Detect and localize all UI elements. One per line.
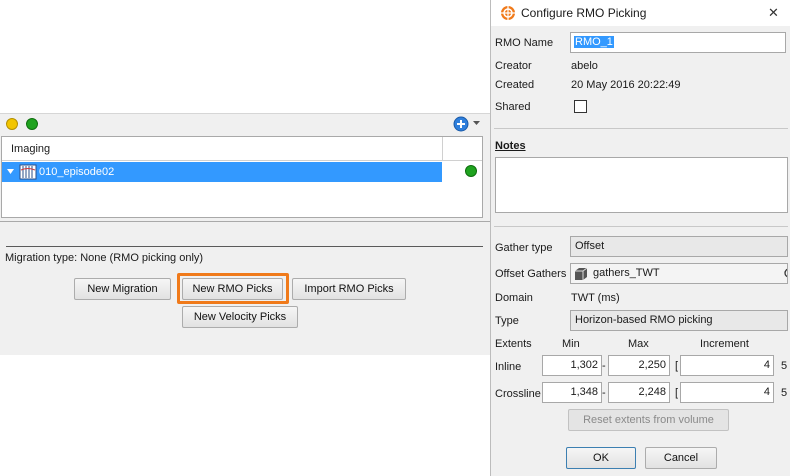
offset-gathers-select[interactable]: gathers_TWT [570,263,788,284]
offset-gathers-label: Offset Gathers [495,268,567,280]
crossline-label: Crossline [495,388,541,400]
notes-label: Notes [495,140,526,152]
gather-type-value: Offset [575,240,605,252]
creator-label: Creator [495,60,532,72]
migration-type-text: Migration type: None (RMO picking only) [5,252,204,264]
ok-button[interactable]: OK [566,447,636,469]
rmo-name-label: RMO Name [495,37,554,49]
rmo-name-value: RMO_1 [574,36,614,48]
inline-max-input[interactable]: 2,250 [608,355,670,376]
section-divider [494,226,788,227]
type-select[interactable]: Horizon-based RMO picking [570,310,788,331]
type-label: Type [495,315,519,327]
crossline-max-input[interactable]: 2,248 [608,382,670,403]
section-divider [494,128,788,129]
inline-bracket: [ [675,360,679,372]
status-green-dot [26,118,38,130]
cancel-button[interactable]: Cancel [645,447,717,469]
new-migration-button[interactable]: New Migration [74,278,171,300]
imaging-tree[interactable]: Imaging 010_episode02 [1,136,483,218]
import-rmo-picks-button[interactable]: Import RMO Picks [292,278,406,300]
inline-min-input[interactable]: 1,302 [542,355,602,376]
crossline-dash: - [602,387,606,399]
app-logo-icon [501,6,515,20]
created-label: Created [495,79,535,91]
extents-label: Extents [495,338,532,350]
seismic-dataset-icon [19,164,37,180]
col-min-label: Min [562,338,580,350]
col-increment-label: Increment [700,338,749,350]
dialog-titlebar[interactable]: Configure RMO Picking ✕ [491,0,790,26]
new-velocity-picks-button[interactable]: New Velocity Picks [182,306,298,328]
expand-arrow-icon[interactable] [7,169,14,175]
gather-type-select[interactable]: Offset [570,236,788,257]
dropdown-arrow-icon[interactable] [473,121,480,126]
browse-icon[interactable] [782,268,788,278]
crossline-min-input[interactable]: 1,348 [542,382,602,403]
close-icon[interactable]: ✕ [768,5,779,21]
creator-value: abelo [571,60,598,72]
gather-type-label: Gather type [495,242,553,254]
crossline-bracket: [ [675,387,679,399]
domain-label: Domain [495,292,533,304]
configure-rmo-dialog: Configure RMO Picking ✕ RMO Name RMO_1 C… [490,0,790,476]
shared-label: Shared [495,101,531,113]
reset-extents-button[interactable]: Reset extents from volume [568,409,729,431]
created-value: 20 May 2016 20:22:49 [571,79,681,91]
rmo-name-input[interactable]: RMO_1 [570,32,786,53]
shared-checkbox[interactable] [574,100,587,113]
inline-dash: - [602,360,606,372]
imaging-panel: Imaging 010_episode02 Migration type: No… [0,113,490,355]
type-value: Horizon-based RMO picking [575,314,713,326]
tree-header: Imaging [2,137,482,161]
tree-header-label: Imaging [11,143,51,155]
dialog-title: Configure RMO Picking [521,6,647,20]
new-rmo-picks-button[interactable]: New RMO Picks [182,278,283,300]
offset-gathers-value: gathers_TWT [593,267,660,279]
domain-value: TWT (ms) [571,292,620,304]
inline-label: Inline [495,361,522,373]
gathers-cube-icon [575,267,588,280]
panel-divider [0,221,490,222]
notes-textarea[interactable] [495,157,788,213]
panel-divider [6,246,483,247]
tree-item-010-episode02[interactable]: 010_episode02 [2,162,442,182]
status-yellow-dot [6,118,18,130]
tree-item-label: 010_episode02 [39,166,115,178]
inline-trailing-value: 5 [781,360,788,372]
crossline-increment-input[interactable]: 4 [680,382,774,403]
crossline-trailing-value: 5 [781,387,788,399]
add-circle-icon[interactable] [453,116,469,132]
inline-increment-input[interactable]: 4 [680,355,774,376]
item-status-green-dot [465,165,477,177]
col-max-label: Max [628,338,649,350]
